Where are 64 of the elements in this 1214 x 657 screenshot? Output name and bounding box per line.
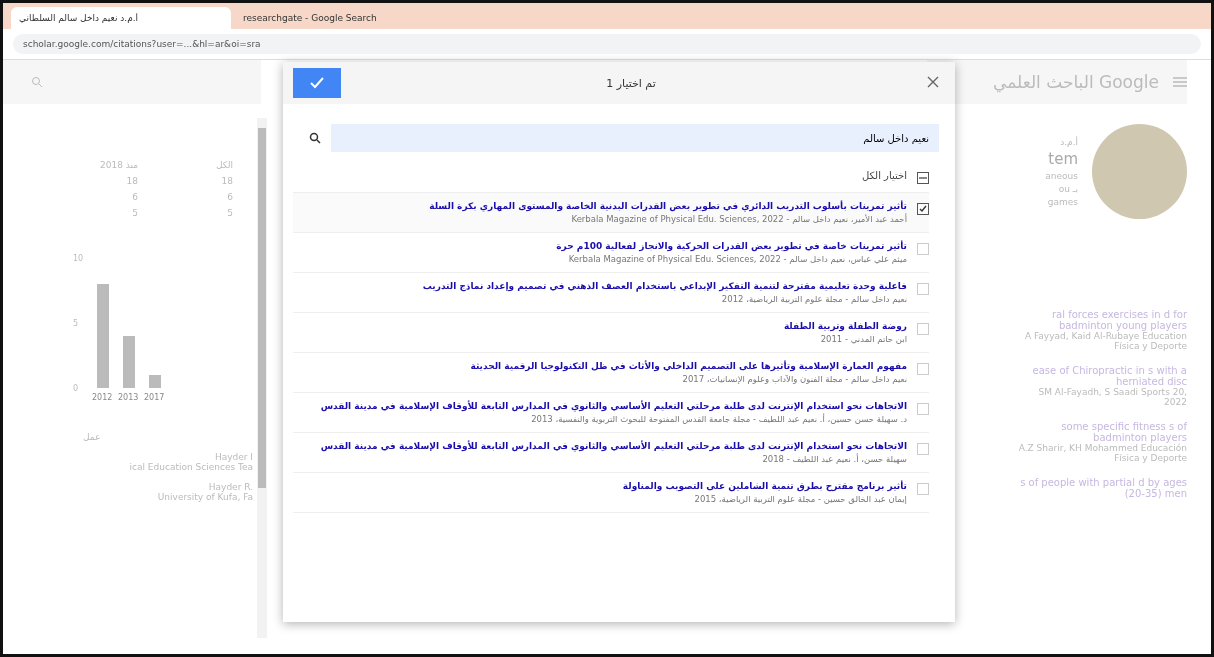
axis-tick-label: 5: [73, 319, 79, 328]
article-meta: نعيم داخل سالم - مجلة الفنون والآداب وعلوم الإنسانيات، 2017: [681, 374, 907, 384]
profile-name: tem: [1048, 149, 1078, 168]
coauthor-affiliation: University of Kufa, Fa: [157, 492, 253, 502]
browser-tab[interactable]: researchgate - Google Search: [235, 7, 455, 29]
profile-info: games: [1047, 196, 1078, 207]
checkmark-icon: [919, 205, 927, 213]
article-title: مفهوم العمارة الإسلامية وتأثيرها على التصميم الداخلي والأثاث في ظل التكنولوجيا الرقمية الحديثة: [470, 361, 907, 371]
chart-bar: [149, 375, 161, 388]
article-title: فاعلية وحدة تعليمية مقترحة لتنمية التفكير الإبداعي باستخدام العصف الذهني في تصميم وإعداد نماذج التدريب: [422, 281, 907, 291]
checkmark-icon: [310, 77, 324, 89]
profile-info: aneous: [1045, 170, 1078, 181]
axis-tick-label: 2012: [92, 393, 113, 402]
checkbox[interactable]: [917, 203, 929, 215]
article-meta: د. سهيلة حسن حسين، أ. نعيم عبد اللطيف - مجلة جامعة القدس المفتوحة للبحوث التربوية والنفسية، 2013: [530, 414, 907, 424]
scrollbar[interactable]: [257, 118, 267, 638]
article-title: الاتجاهات نحو استخدام الإنترنت لدى طلبة مرحلتي التعليم الأساسي والثانوي في المدارس التابعة للأوقاف الإسلامية في مدينة القدس: [320, 401, 907, 411]
profile-name: أ.م.د: [1060, 136, 1078, 147]
address-bar[interactable]: scholar.google.com/citations?user=...&hl=ar&oi=sra: [13, 34, 1201, 54]
dialog-title: تم اختيار 1: [605, 76, 657, 90]
chart-bar: [123, 336, 135, 388]
article-meta: ابن حاتم المدني - 2011: [819, 334, 907, 344]
article-title[interactable]: s of people with partial d by ages (20-35) men: [1017, 477, 1187, 499]
stats-value: 5: [131, 208, 138, 218]
close-icon: [927, 76, 939, 88]
section-label: عمل: [83, 432, 102, 442]
article-meta: سهيلة حسن، أ. نعيم عبد اللطيف - 2018: [761, 454, 907, 464]
article-title: تأثير برنامج مقترح بطرق تنمية الشاملين على التصويب والمناولة: [622, 481, 907, 491]
stats-value: 6: [131, 192, 138, 202]
stats-header: الكل: [214, 160, 233, 170]
axis-tick-label: 2017: [144, 393, 165, 402]
article-title: تأثير تمرينات خاصة في تطوير بعض القدرات الحركية والانجاز لفعالية 100م حرة: [556, 241, 907, 251]
article-meta: ميثم علي عباس، نعيم داخل سالم - Kerbala Magazine of Physical Edu. Sciences, 2022: [567, 254, 907, 264]
search-field[interactable]: نعيم داخل سالم: [331, 124, 939, 152]
confirm-button[interactable]: [293, 68, 341, 98]
stats-value: 5: [226, 208, 233, 218]
article-title[interactable]: ease of Chiropractic in s with a herniated disc: [1017, 365, 1187, 387]
article-meta: SM Al-Fayadh, S Saadi Sports 20, 2022: [1037, 387, 1187, 407]
article-meta: إيمان عبد الخالق حسين - مجلة علوم التربية الرياضية، 2015: [693, 494, 907, 504]
axis-tick-label: 10: [73, 254, 84, 263]
stats-value: 6: [226, 192, 233, 202]
axis-tick-label: 2013: [118, 393, 139, 402]
stats-value: 18: [220, 176, 233, 186]
profile-info: ou بـ: [1058, 183, 1078, 194]
article-meta: نعيم داخل سالم - مجلة علوم التربية الرياضية، 2012: [720, 294, 907, 304]
select-all-checkbox[interactable]: [917, 172, 929, 184]
article-title: تأثير تمرينات بأسلوب التدريب الدائري في تطوير بعض القدرات البدنية الخاصة والمستوى المهاري بكرة السلة: [429, 201, 907, 211]
menu-icon[interactable]: [1173, 77, 1187, 87]
minus-icon: [919, 177, 927, 179]
stats-header: منذ 2018: [98, 160, 138, 170]
coauthor-affiliation: ical Education Sciences Tea: [129, 462, 253, 472]
coauthor-name[interactable]: Hayder R.: [208, 482, 253, 492]
stats-value: 18: [125, 176, 138, 186]
coauthor-name[interactable]: Hayder I: [214, 452, 253, 462]
article-meta: أحمد عبد الأمير، نعيم داخل سالم - Kerbala Magazine of Physical Edu. Sciences, 2022: [570, 214, 907, 224]
article-title: روضة الطفلة وتربية الطفلة: [783, 321, 907, 331]
article-title[interactable]: some specific fitness s of badminton players: [1017, 421, 1187, 443]
select-all-label: اختيار الكل: [862, 170, 907, 181]
article-meta: A.Z Sharir, KH Mohammed Educación Física y Deporte: [1017, 443, 1187, 463]
search-icon[interactable]: [309, 132, 321, 144]
article-title[interactable]: ral forces exercises in d for badminton young players: [1017, 309, 1187, 331]
article-title: الاتجاهات نحو استخدام الإنترنت لدى طلبة مرحلتي التعليم الأساسي والثانوي في المدارس التابعة للأوقاف الإسلامية في مدينة القدس: [320, 441, 907, 451]
article-meta: A Fayyad, Kaid Al-Rubaye Education Física y Deporte: [1023, 331, 1187, 351]
axis-tick-label: 0: [73, 384, 79, 393]
